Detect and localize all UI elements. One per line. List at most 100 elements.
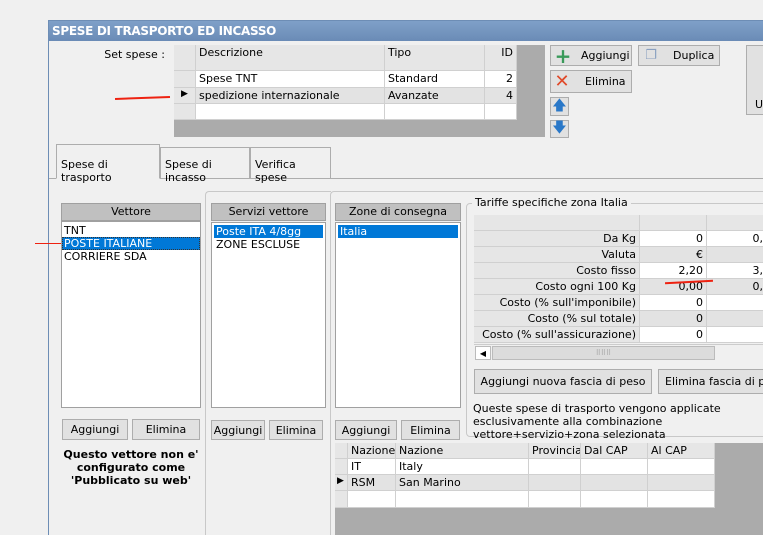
add-set-button[interactable]: + Aggiungi xyxy=(550,45,632,66)
cell-id[interactable]: 2 xyxy=(485,71,517,88)
duplicate-label: Duplica xyxy=(673,49,715,62)
tariffe-cell[interactable]: 0 xyxy=(640,295,707,311)
tariffe-cell[interactable] xyxy=(707,311,763,327)
column-header[interactable]: Al CAP xyxy=(648,443,715,459)
column-header-descrizione[interactable]: Descrizione xyxy=(196,45,385,71)
vettore-list[interactable]: TNT POSTE ITALIANE CORRIERE SDA xyxy=(61,221,201,408)
tariffe-cell[interactable] xyxy=(707,247,763,263)
tariffe-title: Tariffe specifiche zona Italia xyxy=(472,196,631,209)
vettore-delete-button[interactable]: Elimina xyxy=(132,419,200,440)
move-down-arrow-icon[interactable]: 🡇 xyxy=(550,120,569,138)
current-row-arrow-icon: ▶ xyxy=(335,475,348,491)
tariffe-cell[interactable]: 0 xyxy=(640,311,707,327)
set-spese-label: Set spese : xyxy=(104,48,165,61)
tariffe-cell[interactable]: 0,3 xyxy=(707,231,763,247)
cell[interactable]: Italy xyxy=(396,459,529,475)
list-item-selected[interactable]: POSTE ITALIANE xyxy=(62,237,200,250)
scrollbar-thumb[interactable]: ⠿⠿⠿ xyxy=(492,346,715,360)
delete-weight-band-button[interactable]: Elimina fascia di peso xyxy=(658,369,763,394)
table-row[interactable]: Spese TNT xyxy=(196,71,385,88)
add-weight-band-button[interactable]: Aggiungi nuova fascia di peso xyxy=(474,369,652,394)
vettore-web-notice: Questo vettore non e' configurato come '… xyxy=(63,448,199,487)
column-header-id[interactable]: ID xyxy=(485,45,517,71)
list-item[interactable]: TNT xyxy=(62,224,200,237)
column-header[interactable]: Provincia xyxy=(529,443,581,459)
add-label: Aggiungi xyxy=(581,49,630,62)
tariffe-cell[interactable]: 0 xyxy=(640,231,707,247)
servizi-list[interactable]: Poste ITA 4/8gg ZONE ESCLUSE xyxy=(211,222,326,408)
red-annotation-mark xyxy=(35,243,61,244)
set-spese-grid[interactable]: Descrizione Tipo ID Spese TNT Standard 2… xyxy=(174,45,545,137)
copy-icon: ❐ xyxy=(645,48,657,63)
list-item[interactable]: CORRIERE SDA xyxy=(62,250,200,263)
tariffe-cell[interactable]: 0,0 xyxy=(707,279,763,295)
column-header[interactable]: Nazione xyxy=(396,443,529,459)
cell[interactable] xyxy=(529,491,581,508)
cell[interactable] xyxy=(648,459,715,475)
new-row-cell[interactable] xyxy=(485,104,517,120)
tariffe-row-label: Costo (% sull'assicurazione) xyxy=(474,327,640,343)
tariffe-cell[interactable]: 3,2 xyxy=(707,263,763,279)
partial-button-label: U xyxy=(755,98,763,111)
zone-add-button[interactable]: Aggiungi xyxy=(335,420,397,440)
duplicate-button[interactable]: ❐ Duplica xyxy=(638,45,720,66)
partial-button[interactable]: U xyxy=(746,45,763,115)
zone-delete-button[interactable]: Elimina xyxy=(401,420,460,440)
zone-list[interactable]: Italia xyxy=(335,222,461,408)
list-item-selected[interactable]: Poste ITA 4/8gg xyxy=(214,225,323,238)
plus-icon: + xyxy=(554,43,572,68)
tab-verifica-spese[interactable]: Verifica spese xyxy=(250,147,331,184)
servizi-delete-button[interactable]: Elimina xyxy=(269,420,323,440)
servizi-add-button[interactable]: Aggiungi xyxy=(211,420,265,440)
tariffe-grid[interactable]: Da Kg00,3Valuta€Costo fisso2,203,2Costo … xyxy=(474,215,763,361)
new-row[interactable] xyxy=(196,104,385,120)
cell-tipo[interactable]: Standard xyxy=(385,71,485,88)
delete-x-icon: ✕ xyxy=(554,71,570,92)
list-item[interactable]: ZONE ESCLUSE xyxy=(214,238,323,251)
tab-spese-di-incasso[interactable]: Spese di incasso xyxy=(160,147,250,184)
table-row[interactable]: IT xyxy=(348,459,396,475)
servizi-header: Servizi vettore xyxy=(211,203,326,221)
cell[interactable]: San Marino xyxy=(396,475,529,491)
column-header[interactable] xyxy=(707,215,763,231)
cell[interactable] xyxy=(529,459,581,475)
cell[interactable] xyxy=(648,491,715,508)
cell[interactable] xyxy=(396,491,529,508)
tariffe-cell[interactable] xyxy=(707,295,763,311)
vettore-header: Vettore xyxy=(61,203,201,221)
tariffe-row-label: Costo (% sul totale) xyxy=(474,311,640,327)
zone-header: Zone di consegna xyxy=(335,203,461,221)
column-header-tipo[interactable]: Tipo xyxy=(385,45,485,71)
vettore-add-button[interactable]: Aggiungi xyxy=(62,419,128,440)
cell[interactable] xyxy=(581,491,648,508)
delete-label: Elimina xyxy=(585,75,626,88)
tariffe-cell[interactable]: 0 xyxy=(640,327,707,343)
horizontal-scrollbar[interactable]: ◀ ⠿⠿⠿ xyxy=(474,344,763,361)
move-up-arrow-icon[interactable]: 🡅 xyxy=(550,97,569,116)
cell-tipo[interactable]: Avanzate xyxy=(385,88,485,104)
cell[interactable] xyxy=(648,475,715,491)
nazioni-grid[interactable]: Nazione Nazione Provincia Dal CAP Al CAP… xyxy=(335,443,763,535)
cell[interactable] xyxy=(581,459,648,475)
tariffe-row-label: Costo fisso xyxy=(474,263,640,279)
cell[interactable] xyxy=(581,475,648,491)
list-item-selected[interactable]: Italia xyxy=(338,225,458,238)
tariffe-cell[interactable] xyxy=(707,327,763,343)
cell[interactable] xyxy=(529,475,581,491)
table-row-selected[interactable]: spedizione internazionale xyxy=(196,88,385,104)
new-row-cell[interactable] xyxy=(385,104,485,120)
tab-spese-di-trasporto[interactable]: Spese di trasporto xyxy=(56,144,160,184)
column-header[interactable]: Nazione xyxy=(348,443,396,459)
table-row-selected[interactable]: RSM xyxy=(348,475,396,491)
current-row-arrow-icon: ▶ xyxy=(174,88,196,104)
delete-set-button[interactable]: ✕ Elimina xyxy=(550,70,632,93)
tariffe-row-label: Da Kg xyxy=(474,231,640,247)
new-row[interactable] xyxy=(348,491,396,508)
cell-id[interactable]: 4 xyxy=(485,88,517,104)
tariffe-cell[interactable]: 2,20 xyxy=(640,263,707,279)
scroll-left-arrow-icon[interactable]: ◀ xyxy=(475,346,491,360)
tariffe-cell[interactable]: € xyxy=(640,247,707,263)
tariffe-note: Queste spese di trasporto vengono applic… xyxy=(473,402,721,441)
column-header[interactable]: Dal CAP xyxy=(581,443,648,459)
column-header[interactable] xyxy=(640,215,707,231)
